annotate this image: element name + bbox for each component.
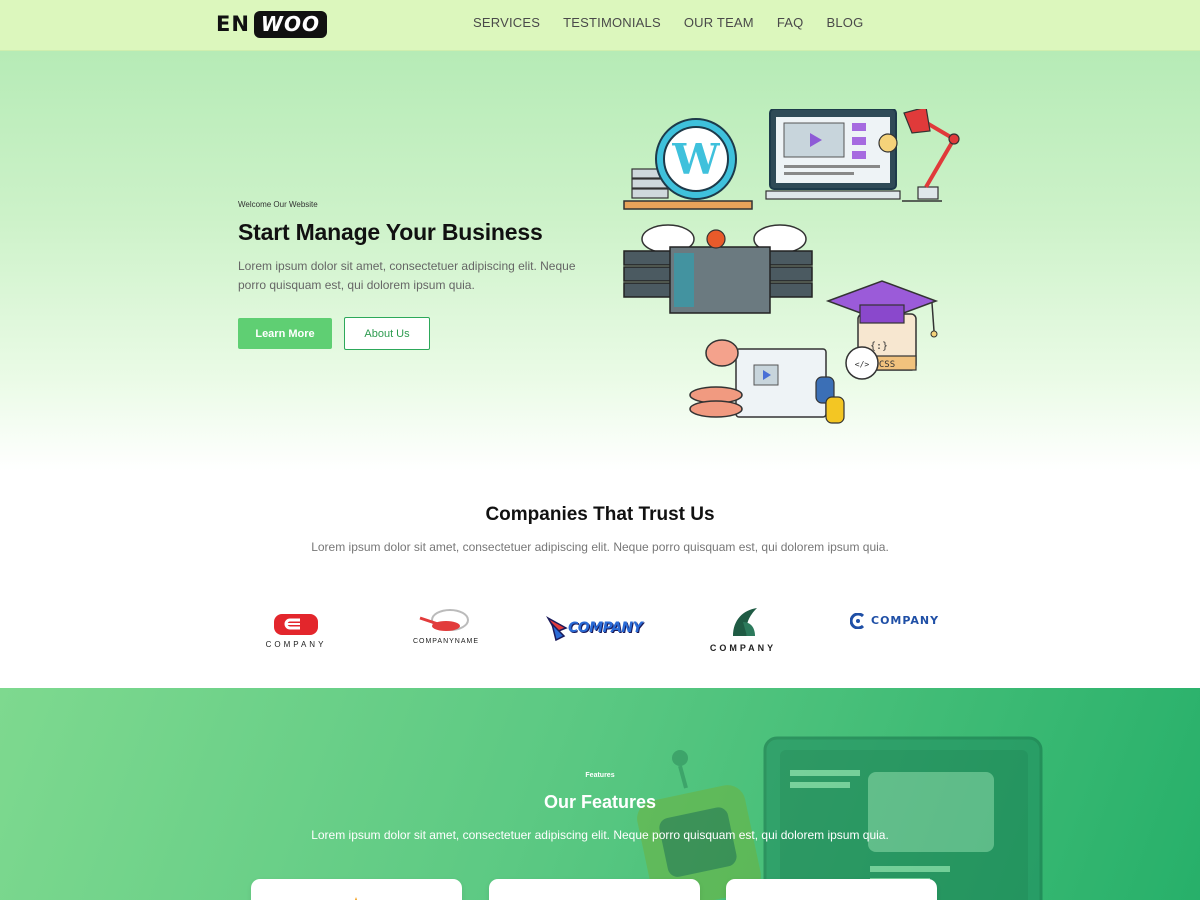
server-rack-icon	[623, 224, 813, 314]
svg-text:</>: </>	[855, 360, 870, 369]
logo-text-woo: WOO	[253, 10, 327, 38]
about-us-button[interactable]: About Us	[344, 317, 430, 350]
laptop-robot-illustration	[637, 736, 1043, 900]
company-logo-4[interactable]: COMPANY	[703, 606, 783, 654]
hero-description: Lorem ipsum dolor sit amet, consectetuer…	[238, 259, 576, 292]
company-logo-1[interactable]: COMPANY	[256, 612, 336, 652]
company-logo-4-text: COMPANY	[709, 643, 777, 653]
hero-kicker: Welcome Our Website	[238, 200, 318, 209]
logo-text-en: EN	[216, 12, 250, 36]
svg-text:W: W	[671, 135, 720, 184]
nav-our-team[interactable]: OUR TEAM	[684, 15, 754, 30]
feature-card-3[interactable]	[726, 879, 937, 900]
nav-faq[interactable]: FAQ	[777, 15, 804, 30]
nav-blog[interactable]: BLOG	[826, 15, 863, 30]
company-logo-5-text: COMPANY	[871, 614, 940, 627]
companies-title: Companies That Trust Us	[485, 504, 715, 525]
top-header: EN WOO SERVICES TESTIMONIALS OUR TEAM FA…	[0, 0, 1200, 51]
features-title: Our Features	[543, 792, 657, 812]
company-logo-5[interactable]: COMPANY	[850, 612, 940, 632]
company-logo-3-text: COMPANY	[568, 620, 643, 636]
svg-text:CSS: CSS	[879, 360, 895, 370]
nav-testimonials[interactable]: TESTIMONIALS	[563, 15, 661, 30]
features-description: Lorem ipsum dolor sit amet, consectetuer…	[311, 828, 889, 842]
company-logo-3[interactable]: COMPANY	[546, 614, 643, 644]
learn-more-button[interactable]: Learn More	[238, 318, 332, 349]
python-icon: </>	[689, 339, 879, 424]
company-logo-2[interactable]: COMPANYNAME	[404, 608, 488, 650]
feature-card-2[interactable]	[489, 879, 700, 900]
feature-card-1[interactable]	[251, 879, 462, 900]
wordpress-icon: W	[623, 118, 753, 210]
main-nav: SERVICES TESTIMONIALS OUR TEAM FAQ BLOG	[473, 15, 886, 30]
graduation-cap-icon: CSS {:}	[825, 280, 939, 371]
company-logo-5-mark	[850, 613, 865, 629]
company-logo-2-text: COMPANYNAME	[412, 638, 480, 645]
feature-card-1-icon	[355, 897, 357, 900]
hero-section: Welcome Our Website Start Manage Your Bu…	[0, 51, 1200, 471]
features-kicker: Features	[585, 772, 615, 779]
companies-description: Lorem ipsum dolor sit amet, consectetuer…	[311, 540, 889, 554]
company-logo-1-text: COMPANY	[265, 640, 327, 649]
hero-illustration: W CSS {:} </>	[623, 109, 960, 424]
nav-services[interactable]: SERVICES	[473, 15, 540, 30]
lamp-icon	[903, 109, 960, 200]
company-logo-2-mark	[419, 609, 469, 631]
site-logo[interactable]: EN WOO	[216, 10, 327, 38]
features-section: Features Our Features Lorem ipsum dolor …	[0, 688, 1200, 900]
company-logo-4-mark	[733, 608, 757, 636]
hero-title: Start Manage Your Business	[238, 219, 543, 245]
rocket-icon	[546, 616, 568, 642]
